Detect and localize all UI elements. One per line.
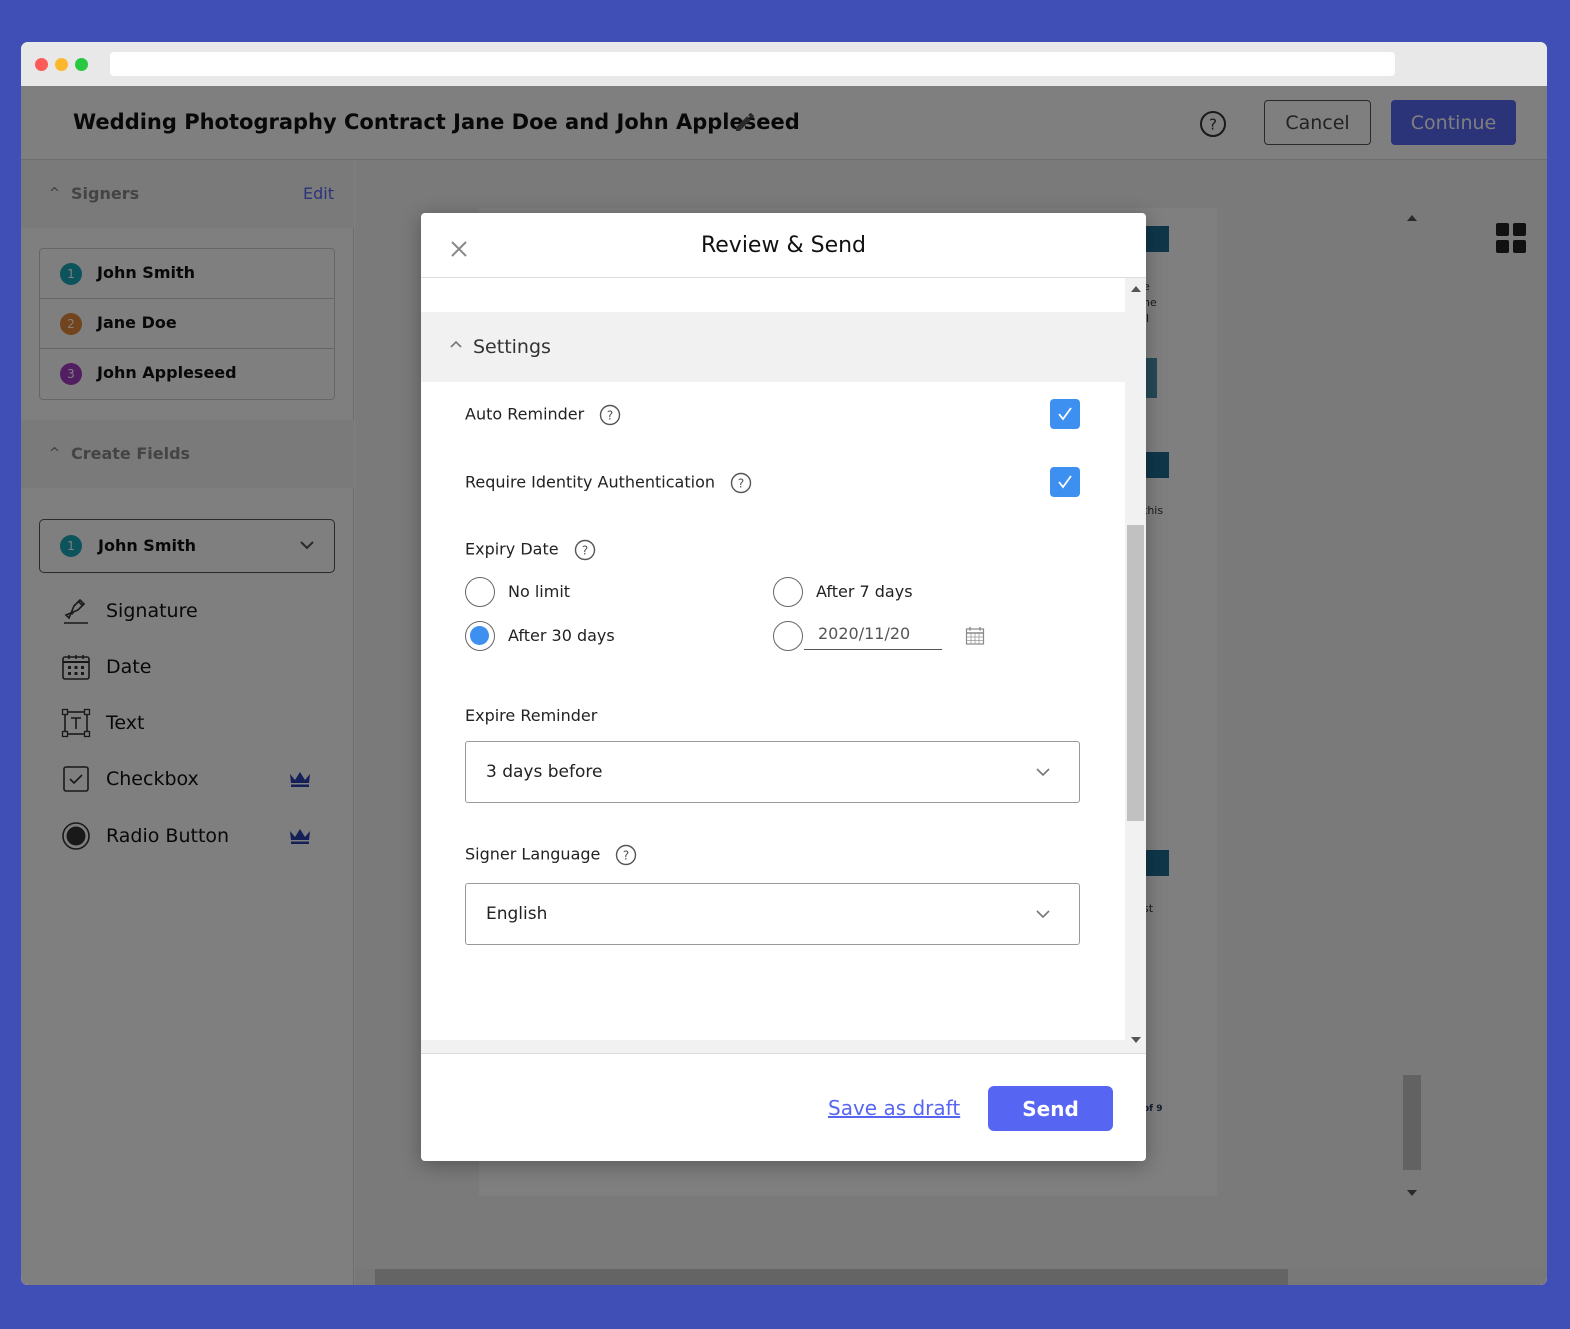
scroll-up-arrow-icon[interactable] [1131, 286, 1141, 292]
modal-footer: Save as draft Send [421, 1053, 1146, 1161]
auto-reminder-row: Auto Reminder ? [465, 404, 621, 426]
expire-reminder-label: Expire Reminder [465, 706, 598, 725]
minimize-window-button[interactable] [55, 58, 68, 71]
expire-reminder-select[interactable]: 3 days before [465, 741, 1080, 803]
calendar-icon[interactable] [965, 626, 985, 646]
expiry-date-row: Expiry Date ? [465, 539, 596, 561]
custom-date-input[interactable]: 2020/11/20 [804, 620, 942, 650]
chevron-down-icon [1035, 764, 1051, 780]
svg-text:?: ? [623, 849, 629, 863]
radio-label: After 7 days [816, 582, 913, 601]
radio-after-7-days[interactable] [773, 577, 803, 607]
radio-label: After 30 days [508, 626, 615, 645]
svg-text:?: ? [738, 477, 744, 491]
radio-after-30-days[interactable] [465, 621, 495, 651]
svg-text:?: ? [581, 544, 587, 558]
signer-language-select[interactable]: English [465, 883, 1080, 945]
browser-titlebar [21, 42, 1547, 86]
chevron-up-icon [449, 336, 463, 350]
help-icon[interactable]: ? [730, 472, 752, 494]
help-icon[interactable]: ? [599, 404, 621, 426]
modal-body-bottom-strip [421, 1040, 1125, 1053]
signer-language-value: English [486, 904, 548, 924]
settings-section-title: Settings [473, 336, 551, 358]
radio-no-limit[interactable] [465, 577, 495, 607]
chevron-down-icon [1035, 906, 1051, 922]
signer-language-label: Signer Language [465, 844, 601, 864]
help-icon[interactable]: ? [615, 844, 637, 866]
settings-section-header[interactable]: Settings [421, 312, 1125, 382]
signer-language-row: Signer Language ? [465, 844, 637, 866]
identity-auth-label: Require Identity Authentication [465, 472, 715, 492]
expire-reminder-value: 3 days before [486, 762, 603, 782]
auto-reminder-checkbox[interactable] [1050, 399, 1080, 429]
modal-scrollbar[interactable] [1125, 278, 1146, 1053]
scroll-down-arrow-icon[interactable] [1131, 1037, 1141, 1043]
auto-reminder-label: Auto Reminder [465, 404, 585, 424]
modal-body: Settings Auto Reminder ? Require Identit… [421, 278, 1125, 1053]
modal-title: Review & Send [700, 233, 867, 258]
maximize-window-button[interactable] [75, 58, 88, 71]
review-send-modal: Review & Send Settings Auto Reminder ? R… [421, 213, 1146, 1161]
svg-text:?: ? [607, 409, 613, 423]
send-button[interactable]: Send [988, 1086, 1113, 1131]
expiry-date-label: Expiry Date [465, 539, 559, 559]
identity-auth-row: Require Identity Authentication ? [465, 472, 752, 494]
radio-custom-date[interactable] [773, 621, 803, 651]
save-as-draft-link[interactable]: Save as draft [828, 1096, 960, 1120]
scrollbar-thumb[interactable] [1127, 525, 1144, 821]
modal-header: Review & Send [421, 213, 1146, 278]
identity-auth-checkbox[interactable] [1050, 467, 1080, 497]
close-window-button[interactable] [35, 58, 48, 71]
radio-label: No limit [508, 582, 571, 601]
help-icon[interactable]: ? [574, 539, 596, 561]
address-bar[interactable] [110, 52, 1395, 76]
